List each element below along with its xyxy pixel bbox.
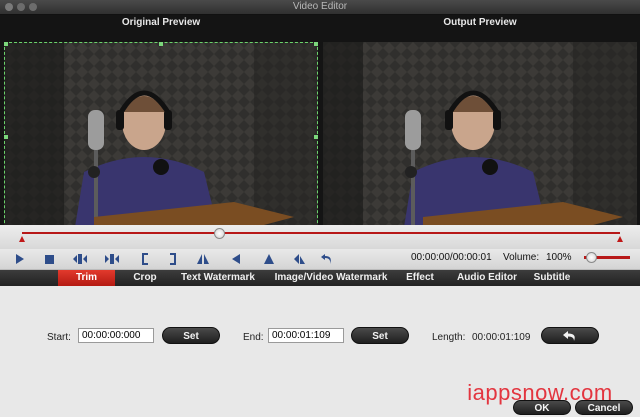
bracket-left-icon[interactable] xyxy=(138,252,150,266)
crop-handle[interactable] xyxy=(4,135,8,139)
trim-start-marker[interactable] xyxy=(19,236,25,242)
stop-icon[interactable] xyxy=(42,252,56,266)
play-icon[interactable] xyxy=(13,252,27,266)
trim-end-icon[interactable] xyxy=(104,252,120,266)
length-label: Length: xyxy=(432,332,466,343)
playback-controls: 00:00:00/00:00:01 Volume: 100% xyxy=(0,249,640,270)
end-time-input[interactable] xyxy=(268,328,344,343)
crop-handle[interactable] xyxy=(314,135,318,139)
original-preview-label: Original Preview xyxy=(121,17,201,28)
trim-start-icon[interactable] xyxy=(72,252,88,266)
mirror-left-icon[interactable] xyxy=(292,252,306,266)
window-title: Video Editor xyxy=(292,1,348,12)
crop-handle[interactable] xyxy=(314,42,318,46)
start-label: Start: xyxy=(47,332,71,343)
tab-effect[interactable]: Effect xyxy=(402,270,438,286)
tab-subtitle[interactable]: Subtitle xyxy=(530,270,574,286)
reset-button[interactable] xyxy=(541,327,599,344)
output-preview-label: Output Preview xyxy=(443,17,517,28)
tab-trim[interactable]: Trim xyxy=(58,270,115,286)
flip-horizontal-icon[interactable] xyxy=(196,252,210,266)
set-start-button[interactable]: Set xyxy=(162,327,220,344)
volume-label: Volume: xyxy=(503,252,540,263)
editor-tab-bar: Trim Crop Text Watermark Image/Video Wat… xyxy=(0,270,640,286)
seek-bar-area xyxy=(0,225,640,249)
volume-value: 100% xyxy=(546,252,572,263)
tab-image-video-watermark[interactable]: Image/Video Watermark xyxy=(267,270,395,286)
tab-text-watermark[interactable]: Text Watermark xyxy=(177,270,259,286)
volume-knob[interactable] xyxy=(585,252,597,263)
set-end-button[interactable]: Set xyxy=(351,327,409,344)
cancel-button[interactable]: Cancel xyxy=(575,400,633,415)
tab-crop[interactable]: Crop xyxy=(127,270,163,286)
length-value: 00:00:01:109 xyxy=(472,332,531,343)
reset-arrow-icon xyxy=(563,331,575,342)
playback-timecode: 00:00:00/00:00:01 xyxy=(411,252,492,263)
rotate-left-icon[interactable] xyxy=(229,252,243,266)
crop-handle[interactable] xyxy=(159,42,163,46)
ok-button[interactable]: OK xyxy=(513,400,571,415)
seek-track[interactable] xyxy=(22,232,620,234)
crop-handle[interactable] xyxy=(4,42,8,46)
trim-end-marker[interactable] xyxy=(617,236,623,242)
tab-audio-editor[interactable]: Audio Editor xyxy=(452,270,522,286)
end-label: End: xyxy=(243,332,264,343)
flip-vertical-icon[interactable] xyxy=(262,252,276,266)
start-time-input[interactable] xyxy=(78,328,154,343)
bracket-right-icon[interactable] xyxy=(168,252,180,266)
original-preview-video[interactable] xyxy=(4,42,318,233)
title-bar: Video Editor xyxy=(0,0,640,15)
output-preview-video xyxy=(323,42,637,233)
undo-icon[interactable] xyxy=(320,252,334,266)
preview-area: Original Preview Output Preview xyxy=(0,15,640,233)
